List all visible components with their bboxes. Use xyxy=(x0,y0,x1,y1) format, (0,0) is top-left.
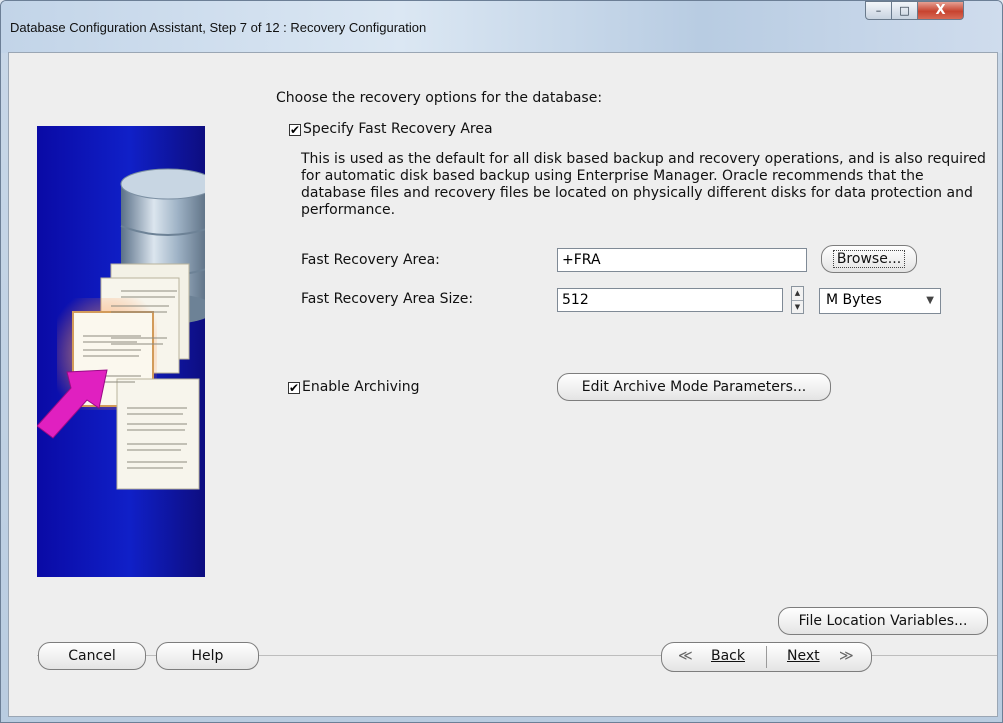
next-button[interactable]: Next ≫ xyxy=(767,643,871,671)
specify-fra-checkbox[interactable]: ✔ xyxy=(289,124,301,136)
fra-location-input[interactable]: +FRA xyxy=(557,248,807,272)
back-button-label: Back xyxy=(711,648,745,664)
next-button-label: Next xyxy=(787,648,820,664)
enable-archiving-checkbox[interactable]: ✔ xyxy=(288,382,300,394)
back-button[interactable]: ≪ Back xyxy=(662,643,766,671)
fra-size-unit-select[interactable]: M Bytes ▼ xyxy=(819,288,941,314)
fra-size-input[interactable]: 512 xyxy=(557,288,783,312)
maximize-button[interactable]: □ xyxy=(891,1,918,20)
fra-size-label: Fast Recovery Area Size: xyxy=(301,291,474,307)
browse-button-label: Browse... xyxy=(832,250,906,268)
cancel-button-label: Cancel xyxy=(68,648,116,664)
chevron-down-icon: ▼ xyxy=(926,295,934,306)
file-location-variables-label: File Location Variables... xyxy=(798,613,968,629)
next-arrow-icon: ≫ xyxy=(839,648,854,664)
help-button-label: Help xyxy=(191,648,224,664)
back-arrow-icon: ≪ xyxy=(678,648,693,664)
edit-archive-params-label: Edit Archive Mode Parameters... xyxy=(581,379,807,395)
minimize-button[interactable]: – xyxy=(865,1,892,20)
maximize-icon: □ xyxy=(899,4,910,17)
close-button[interactable]: X xyxy=(917,1,964,20)
edit-archive-params-button[interactable]: Edit Archive Mode Parameters... xyxy=(557,373,831,401)
title-bar[interactable]: Database Configuration Assistant, Step 7… xyxy=(1,1,1002,53)
cancel-button[interactable]: Cancel xyxy=(38,642,146,670)
spinner-up-icon[interactable]: ▲ xyxy=(792,287,803,301)
dialog-content: Choose the recovery options for the data… xyxy=(8,52,998,717)
navigation-button-group: ≪ Back Next ≫ xyxy=(661,642,872,672)
help-button[interactable]: Help xyxy=(156,642,259,670)
window-title: Database Configuration Assistant, Step 7… xyxy=(10,20,427,35)
fra-location-label: Fast Recovery Area: xyxy=(301,252,440,268)
specify-fra-label[interactable]: Specify Fast Recovery Area xyxy=(303,121,493,137)
fra-size-unit-value: M Bytes xyxy=(826,292,882,308)
browse-button[interactable]: Browse... xyxy=(821,245,917,273)
enable-archiving-label[interactable]: Enable Archiving xyxy=(302,379,420,395)
minimize-icon: – xyxy=(875,4,882,17)
spinner-down-icon[interactable]: ▼ xyxy=(792,301,803,314)
fra-size-spinner[interactable]: ▲ ▼ xyxy=(791,286,804,314)
database-documents-icon xyxy=(37,168,205,490)
check-icon: ✔ xyxy=(289,381,300,395)
check-icon: ✔ xyxy=(290,123,301,137)
file-location-variables-button[interactable]: File Location Variables... xyxy=(778,607,988,635)
close-icon: X xyxy=(935,3,946,18)
recovery-options-prompt: Choose the recovery options for the data… xyxy=(276,90,603,106)
wizard-illustration xyxy=(37,126,205,577)
fra-description: This is used as the default for all disk… xyxy=(301,151,986,218)
